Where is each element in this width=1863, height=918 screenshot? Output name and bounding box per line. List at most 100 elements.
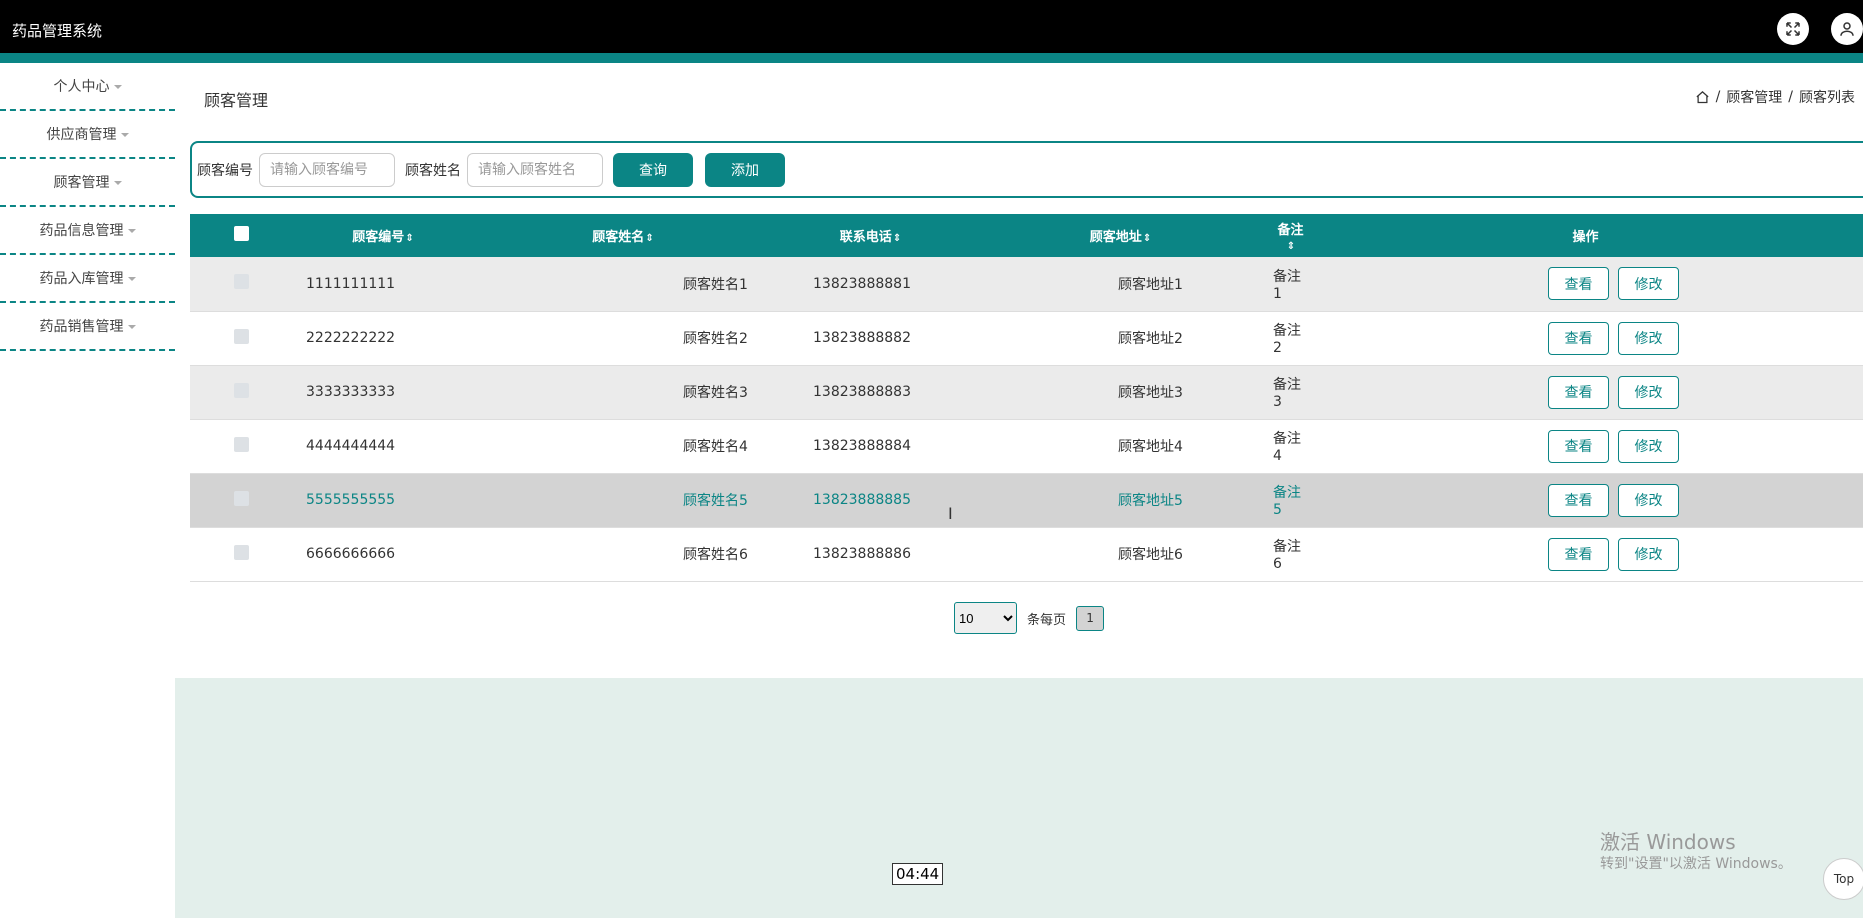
sidebar-item-personal[interactable]: 个人中心 bbox=[0, 63, 175, 111]
breadcrumb-separator: / bbox=[1715, 89, 1721, 105]
customer-name-cell: 顾客姓名2 bbox=[683, 331, 748, 347]
home-icon[interactable] bbox=[1695, 90, 1710, 105]
column-header-label: 备注 bbox=[1277, 222, 1304, 238]
page-size-select[interactable]: 10 bbox=[954, 602, 1017, 634]
sidebar-item-label: 个人中心 bbox=[53, 79, 110, 95]
customer-id-cell: 6666666666 bbox=[306, 546, 396, 562]
user-icon[interactable] bbox=[1831, 13, 1863, 45]
sort-icon[interactable]: ⇕ bbox=[1143, 233, 1151, 244]
customer-name-cell: 顾客姓名3 bbox=[683, 385, 748, 401]
note-cell: 备注1 bbox=[1273, 268, 1301, 302]
actions-cell: 查看 修改 bbox=[1308, 473, 1863, 527]
footer-area bbox=[175, 678, 1863, 918]
row-checkbox[interactable] bbox=[234, 274, 249, 290]
customer-id-input[interactable] bbox=[259, 152, 395, 187]
table-row[interactable]: 5555555555 顾客姓名5 13823888885 顾客地址5 备注5 查… bbox=[190, 473, 1863, 527]
select-all-checkbox[interactable] bbox=[234, 226, 249, 241]
table-header-row: 顾客编号⇕ 顾客姓名⇕ 联系电话⇕ 顾客地址⇕ 备注⇕ 操作 bbox=[190, 214, 1863, 257]
row-checkbox-cell bbox=[190, 473, 293, 527]
customer-name-label: 顾客姓名 bbox=[405, 162, 461, 179]
caret-down-icon bbox=[127, 229, 136, 233]
row-checkbox-cell bbox=[190, 419, 293, 473]
view-button[interactable]: 查看 bbox=[1548, 321, 1609, 355]
col-note[interactable]: 备注 ⇕ bbox=[1273, 214, 1308, 257]
view-button[interactable]: 查看 bbox=[1548, 483, 1609, 517]
address-cell: 顾客地址5 bbox=[1118, 493, 1183, 509]
address-cell: 顾客地址2 bbox=[1118, 331, 1183, 347]
row-checkbox-cell bbox=[190, 311, 293, 365]
query-button[interactable]: 查询 bbox=[613, 152, 693, 187]
row-checkbox[interactable] bbox=[234, 328, 249, 344]
table-row[interactable]: 2222222222 顾客姓名2 13823888882 顾客地址2 备注2 查… bbox=[190, 311, 1863, 365]
row-checkbox[interactable] bbox=[234, 382, 249, 398]
edit-button[interactable]: 修改 bbox=[1618, 483, 1679, 517]
view-button[interactable]: 查看 bbox=[1548, 267, 1609, 301]
sidebar-item-label: 药品销售管理 bbox=[39, 319, 124, 335]
sidebar-item-supplier[interactable]: 供应商管理 bbox=[0, 111, 175, 159]
sidebar-item-label: 药品入库管理 bbox=[39, 271, 124, 287]
phone-cell: 13823888884 bbox=[813, 438, 911, 454]
select-all-cell bbox=[190, 214, 293, 257]
view-button[interactable]: 查看 bbox=[1548, 375, 1609, 409]
note-cell: 备注4 bbox=[1273, 431, 1301, 464]
sidebar-item-drug-info[interactable]: 药品信息管理 bbox=[0, 207, 175, 255]
customer-name-cell: 顾客姓名5 bbox=[683, 493, 748, 509]
table-row[interactable]: 3333333333 顾客姓名3 13823888883 顾客地址3 备注3 查… bbox=[190, 365, 1863, 419]
sidebar: 个人中心 供应商管理 顾客管理 药品信息管理 药品入库管理 药品销售管理 bbox=[0, 63, 175, 918]
row-checkbox[interactable] bbox=[234, 436, 249, 452]
column-header-label: 顾客编号 bbox=[352, 230, 405, 245]
sort-icon[interactable]: ⇕ bbox=[405, 233, 413, 244]
edit-button[interactable]: 修改 bbox=[1618, 375, 1679, 409]
view-button[interactable]: 查看 bbox=[1548, 537, 1609, 571]
add-button[interactable]: 添加 bbox=[705, 152, 785, 187]
windows-activation-title: 激活 Windows bbox=[1600, 830, 1736, 854]
edit-button[interactable]: 修改 bbox=[1618, 267, 1679, 301]
address-cell: 顾客地址1 bbox=[1118, 276, 1183, 293]
back-to-top-button[interactable]: Top bbox=[1823, 858, 1863, 900]
top-accent-bar bbox=[0, 53, 1863, 63]
view-button[interactable]: 查看 bbox=[1548, 429, 1609, 463]
col-phone[interactable]: 联系电话⇕ bbox=[773, 214, 968, 257]
column-header-label: 顾客地址 bbox=[1089, 230, 1142, 245]
sort-icon[interactable]: ⇕ bbox=[645, 233, 653, 244]
sidebar-item-label: 供应商管理 bbox=[46, 127, 117, 143]
address-cell: 顾客地址6 bbox=[1118, 547, 1183, 563]
row-checkbox[interactable] bbox=[234, 544, 249, 560]
fullscreen-icon[interactable] bbox=[1777, 13, 1809, 45]
edit-button[interactable]: 修改 bbox=[1618, 429, 1679, 463]
phone-cell: 13823888882 bbox=[813, 330, 911, 346]
note-cell: 备注5 bbox=[1273, 485, 1301, 518]
row-checkbox[interactable] bbox=[234, 490, 249, 506]
address-cell: 顾客地址4 bbox=[1118, 439, 1183, 455]
sort-icon[interactable]: ⇕ bbox=[1287, 241, 1295, 252]
breadcrumb: / 顾客管理 / 顾客列表 bbox=[1695, 87, 1855, 107]
customer-id-label: 顾客编号 bbox=[197, 162, 253, 179]
breadcrumb-item[interactable]: 顾客管理 bbox=[1726, 87, 1782, 107]
customer-name-cell: 顾客姓名4 bbox=[683, 439, 748, 455]
col-customer-name[interactable]: 顾客姓名⇕ bbox=[473, 214, 773, 257]
sidebar-item-drug-sales[interactable]: 药品销售管理 bbox=[0, 303, 175, 351]
table-row[interactable]: 1111111111 顾客姓名1 13823888881 顾客地址1 备注1 查… bbox=[190, 257, 1863, 311]
sort-icon[interactable]: ⇕ bbox=[893, 233, 901, 244]
customer-name-cell: 顾客姓名6 bbox=[683, 547, 748, 563]
actions-cell: 查看 修改 bbox=[1308, 527, 1863, 581]
caret-down-icon bbox=[120, 133, 129, 137]
breadcrumb-separator: / bbox=[1788, 89, 1793, 105]
table-row[interactable]: 4444444444 顾客姓名4 13823888884 顾客地址4 备注4 查… bbox=[190, 419, 1863, 473]
sidebar-item-customer[interactable]: 顾客管理 bbox=[0, 159, 175, 207]
customer-name-input[interactable] bbox=[467, 152, 603, 187]
customer-name-cell: 顾客姓名1 bbox=[683, 276, 748, 293]
row-checkbox-cell bbox=[190, 527, 293, 581]
table-row[interactable]: 6666666666 顾客姓名6 13823888886 顾客地址6 备注6 查… bbox=[190, 527, 1863, 581]
col-customer-id[interactable]: 顾客编号⇕ bbox=[293, 214, 473, 257]
customer-id-cell: 2222222222 bbox=[306, 330, 396, 346]
actions-cell: 查看 修改 bbox=[1308, 419, 1863, 473]
phone-cell: 13823888881 bbox=[813, 275, 911, 292]
edit-button[interactable]: 修改 bbox=[1618, 321, 1679, 355]
page-number-button[interactable]: 1 bbox=[1076, 605, 1105, 631]
app-title: 药品管理系统 bbox=[12, 22, 103, 40]
phone-cell: 13823888885 bbox=[813, 492, 911, 508]
col-address[interactable]: 顾客地址⇕ bbox=[968, 214, 1273, 257]
sidebar-item-drug-stock[interactable]: 药品入库管理 bbox=[0, 255, 175, 303]
edit-button[interactable]: 修改 bbox=[1618, 537, 1679, 571]
